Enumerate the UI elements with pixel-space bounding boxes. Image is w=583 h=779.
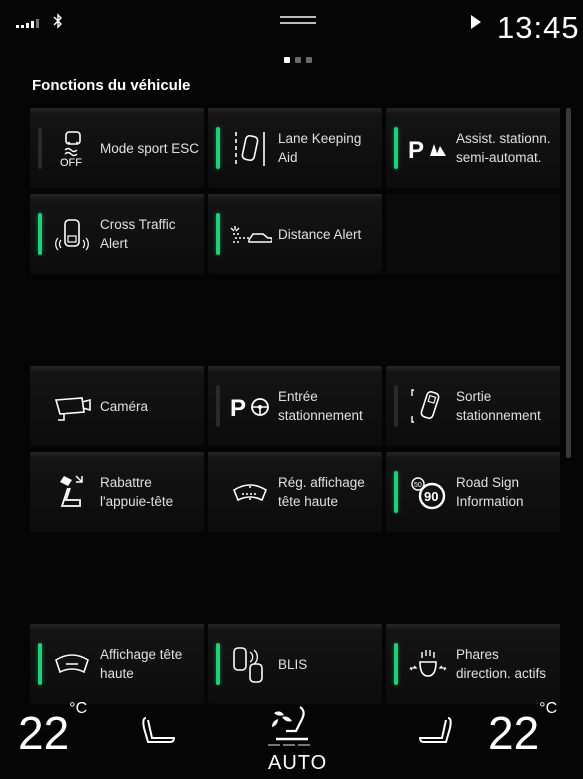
left-temperature[interactable]: 22°C bbox=[18, 700, 87, 760]
clock: 13:45 bbox=[497, 10, 580, 45]
right-temperature[interactable]: 22°C bbox=[488, 700, 557, 760]
tile-camera[interactable]: Caméra bbox=[30, 366, 204, 446]
hud-adjust-icon bbox=[233, 484, 267, 502]
svg-text:P: P bbox=[408, 137, 424, 164]
pull-down-handle[interactable] bbox=[280, 16, 316, 26]
tile-esc-sport[interactable]: OFF Mode sport ESC bbox=[30, 108, 204, 188]
status-indicator bbox=[394, 385, 398, 427]
play-icon[interactable] bbox=[471, 15, 481, 29]
auto-climate-button[interactable]: AUTO bbox=[268, 752, 327, 775]
tile-label: Cross Traffic Alert bbox=[100, 217, 176, 251]
tile-label: Road Sign Information bbox=[456, 475, 524, 509]
svg-text:OFF: OFF bbox=[60, 157, 82, 168]
hud-icon bbox=[55, 654, 89, 674]
cross-traffic-icon bbox=[55, 219, 89, 251]
status-indicator bbox=[216, 643, 220, 685]
signal-strength-icon bbox=[16, 18, 39, 28]
park-assist-icon: P bbox=[408, 137, 446, 164]
right-seat-heat-icon[interactable] bbox=[416, 714, 456, 750]
tile-label: Mode sport ESC bbox=[100, 140, 200, 156]
tile-headrest-fold[interactable]: Rabattre l'appuie-tête bbox=[30, 452, 204, 532]
page-dot-active bbox=[284, 57, 290, 63]
tile-label: Rabattre l'appuie-tête bbox=[100, 475, 174, 509]
tile-park-in[interactable]: P Entrée stationnement bbox=[208, 366, 382, 446]
tile-hud-adjust[interactable]: Rég. affichage tête haute bbox=[208, 452, 382, 532]
scrollbar[interactable] bbox=[566, 108, 571, 458]
tile-park-out[interactable]: Sortie stationnement bbox=[386, 366, 560, 446]
lane-keeping-icon bbox=[235, 132, 265, 166]
status-indicator bbox=[216, 385, 220, 427]
page-dot bbox=[295, 57, 301, 63]
left-seat-heat-icon[interactable] bbox=[138, 714, 178, 750]
headlight-icon bbox=[409, 650, 447, 677]
left-temp-value: 22 bbox=[18, 707, 70, 759]
tile-label: BLIS bbox=[278, 656, 308, 672]
tile-label: Phares direction. actifs bbox=[456, 647, 547, 681]
left-temp-unit: °C bbox=[69, 699, 88, 717]
tile-hud[interactable]: Affichage tête haute bbox=[30, 624, 204, 704]
tile-active-headlights[interactable]: Phares direction. actifs bbox=[386, 624, 560, 704]
page-title: Fonctions du véhicule bbox=[32, 77, 191, 94]
tile-distance-alert[interactable]: Distance Alert bbox=[208, 194, 382, 274]
tile-road-sign-information[interactable]: 50 90 Road Sign Information bbox=[386, 452, 560, 532]
tile-label: Rég. affichage tête haute bbox=[278, 475, 365, 509]
blis-icon bbox=[233, 647, 263, 683]
svg-text:50: 50 bbox=[414, 482, 422, 489]
status-indicator bbox=[38, 213, 42, 255]
tile-label: Lane Keeping Aid bbox=[278, 131, 362, 165]
status-indicator bbox=[394, 643, 398, 685]
status-indicator bbox=[216, 213, 220, 255]
tile-blis[interactable]: BLIS bbox=[208, 624, 382, 704]
status-indicator bbox=[394, 471, 398, 513]
tile-label: Entrée stationnement bbox=[278, 389, 363, 423]
tile-cross-traffic-alert[interactable]: Cross Traffic Alert bbox=[30, 194, 204, 274]
park-out-icon bbox=[411, 389, 440, 423]
park-in-icon: P bbox=[230, 395, 269, 422]
vehicle-functions-screen: 13:45 Fonctions du véhicule OFF Mode spo… bbox=[0, 0, 583, 779]
esc-off-icon: OFF bbox=[60, 131, 82, 168]
page-dot bbox=[306, 57, 312, 63]
status-indicator bbox=[394, 127, 398, 169]
svg-text:P: P bbox=[230, 395, 246, 422]
status-bar: 13:45 bbox=[0, 0, 583, 50]
tile-label: Distance Alert bbox=[278, 226, 362, 242]
bluetooth-icon bbox=[53, 13, 62, 29]
tile-label: Caméra bbox=[100, 398, 149, 414]
status-indicator bbox=[216, 127, 220, 169]
tile-lane-keeping-aid[interactable]: Lane Keeping Aid bbox=[208, 108, 382, 188]
tile-label: Assist. stationn. semi-automat. bbox=[456, 131, 551, 165]
status-indicator bbox=[38, 643, 42, 685]
fan-icon[interactable] bbox=[266, 705, 318, 747]
camera-icon bbox=[54, 397, 91, 421]
road-sign-icon: 50 90 bbox=[411, 477, 446, 510]
status-indicator bbox=[38, 127, 42, 169]
headrest-fold-icon bbox=[60, 475, 83, 507]
tile-label: Sortie stationnement bbox=[456, 389, 541, 423]
tile-label: Affichage tête haute bbox=[100, 647, 183, 681]
distance-alert-icon bbox=[230, 226, 272, 243]
svg-text:90: 90 bbox=[424, 489, 438, 504]
right-temp-value: 22 bbox=[488, 707, 540, 759]
page-indicator bbox=[284, 57, 312, 63]
empty-slot bbox=[386, 194, 560, 274]
right-temp-unit: °C bbox=[539, 699, 558, 717]
tile-park-assist[interactable]: P Assist. stationn. semi-automat. bbox=[386, 108, 560, 188]
